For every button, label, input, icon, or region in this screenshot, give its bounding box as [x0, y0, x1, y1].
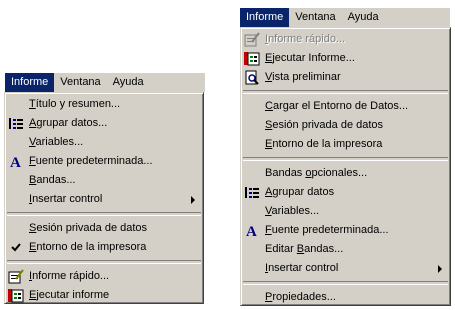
menu-item-agrupar-datos[interactable]: Agrupar datos	[241, 183, 450, 202]
menu-ayuda[interactable]: Ayuda	[107, 73, 150, 92]
menu-item-ejecutar-informe[interactable]: Ejecutar informe	[5, 286, 203, 305]
print-preview-icon	[244, 70, 260, 85]
menu-item-agrupar-datos[interactable]: Agrupar datos...	[5, 114, 203, 133]
menu-item-sesion-privada[interactable]: Sesión privada de datos	[5, 219, 203, 238]
menu-ventana[interactable]: Ventana	[289, 8, 341, 27]
menu-item-titulo-resumen[interactable]: Título y resumen...	[5, 95, 203, 114]
group-icon	[244, 185, 260, 200]
separator	[243, 90, 448, 94]
menu-item-insertar-control[interactable]: Insertar control	[5, 190, 203, 209]
menu-item-propiedades[interactable]: Propiedades...	[241, 288, 450, 307]
menu-ayuda[interactable]: Ayuda	[342, 8, 385, 27]
run-report-icon	[8, 288, 24, 303]
left-menubar: Informe Ventana Ayuda	[5, 73, 205, 92]
menu-item-bandas-opcionales[interactable]: Bandas opcionales...	[241, 164, 450, 183]
group-icon	[8, 116, 24, 131]
menu-item-sesion-privada[interactable]: Sesión privada de datos	[241, 116, 450, 135]
submenu-arrow-icon	[438, 265, 442, 273]
svg-text:A: A	[246, 224, 257, 238]
menu-item-variables[interactable]: Variables...	[5, 133, 203, 152]
menu-item-entorno-impresora[interactable]: Entorno de la impresora	[5, 238, 203, 257]
menu-item-fuente-predeterminada[interactable]: A Fuente predeterminada...	[5, 152, 203, 171]
menu-item-bandas[interactable]: Bandas...	[5, 171, 203, 190]
menu-ventana[interactable]: Ventana	[54, 73, 106, 92]
menu-informe[interactable]: Informe	[240, 8, 290, 27]
separator	[243, 157, 448, 161]
quick-report-icon	[8, 269, 24, 284]
font-icon: A	[244, 223, 260, 240]
menu-informe[interactable]: Informe	[5, 73, 55, 92]
submenu-arrow-icon	[191, 196, 195, 204]
menu-item-vista-preliminar[interactable]: Vista preliminar	[241, 68, 450, 87]
font-icon: A	[8, 154, 24, 171]
separator	[243, 281, 448, 285]
menu-item-editar-bandas[interactable]: Editar Bandas...	[241, 240, 450, 259]
right-menubar: Informe Ventana Ayuda	[240, 8, 450, 27]
menu-item-cargar-entorno-datos[interactable]: Cargar el Entorno de Datos...	[241, 97, 450, 116]
checkmark-icon	[8, 240, 24, 255]
right-informe-dropdown: Informe rápido... Ejecutar Informe... Vi…	[240, 27, 451, 306]
menu-item-informe-rapido: Informe rápido...	[241, 30, 450, 49]
menu-item-insertar-control[interactable]: Insertar control	[241, 259, 450, 278]
separator	[7, 260, 201, 264]
menu-item-entorno-impresora[interactable]: Entorno de la impresora	[241, 135, 450, 154]
separator	[7, 212, 201, 216]
menu-item-ejecutar-informe[interactable]: Ejecutar Informe...	[241, 49, 450, 68]
menu-item-fuente-predeterminada[interactable]: A Fuente predeterminada...	[241, 221, 450, 240]
quick-report-icon	[244, 32, 260, 47]
menu-item-variables[interactable]: Variables...	[241, 202, 450, 221]
menu-item-informe-rapido[interactable]: Informe rápido...	[5, 267, 203, 286]
left-informe-dropdown: Título y resumen... Agrupar datos... Var…	[4, 92, 204, 304]
svg-text:A: A	[10, 155, 21, 169]
run-report-icon	[244, 51, 260, 66]
